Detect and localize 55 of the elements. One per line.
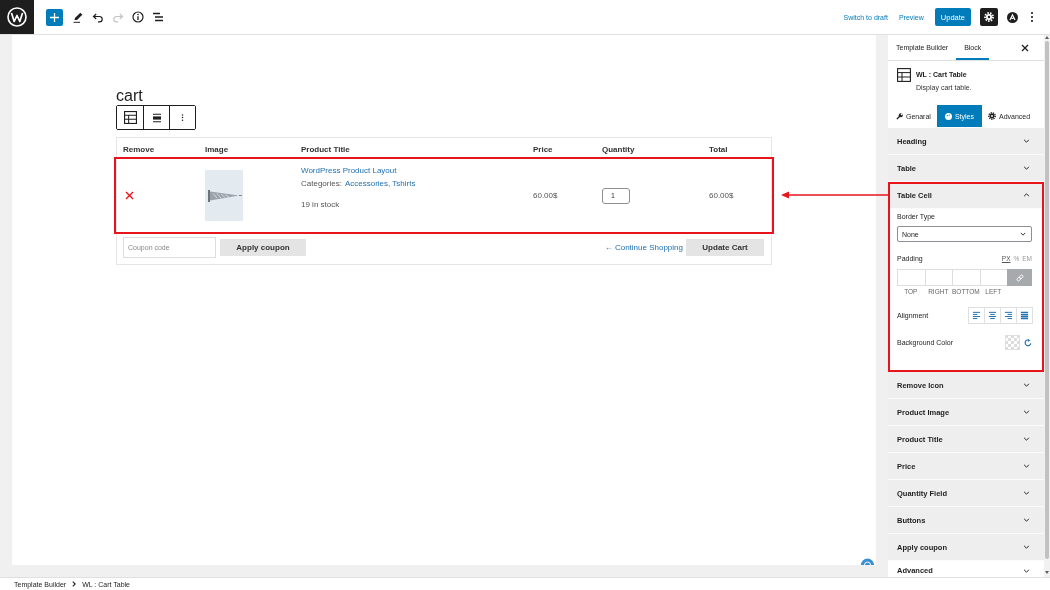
gear-icon	[987, 112, 996, 120]
padding-input[interactable]	[952, 269, 981, 286]
undo-icon[interactable]	[92, 11, 104, 23]
more-icon	[181, 113, 184, 122]
block-heading: cart	[116, 89, 143, 103]
close-icon[interactable]	[1021, 43, 1029, 52]
column-header: Remove	[123, 144, 156, 154]
total-text: 60.00$	[709, 190, 734, 202]
settings-icon	[984, 12, 994, 22]
category-link[interactable]: Accessories, Tshirts	[344, 177, 416, 190]
caret-icon	[1020, 232, 1026, 236]
scroll-up-icon[interactable]	[1045, 36, 1049, 39]
padding-input[interactable]	[897, 269, 926, 286]
pennant-image	[205, 170, 243, 221]
align-right-icon	[1004, 311, 1013, 320]
alignment-button[interactable]	[1016, 307, 1033, 324]
table-icon	[897, 68, 911, 82]
reset-icon[interactable]	[1024, 338, 1032, 347]
round-logo-icon[interactable]	[1007, 11, 1018, 23]
more-options-button[interactable]	[169, 106, 195, 129]
full-width-icon	[151, 112, 162, 123]
scrollbar[interactable]	[1044, 35, 1050, 577]
more-icon[interactable]	[1030, 11, 1034, 23]
add-block-button[interactable]	[46, 8, 63, 26]
column-header: Image	[205, 144, 230, 154]
link-icon	[1015, 273, 1024, 282]
column-header: Product Title	[301, 144, 351, 154]
wrench-icon	[896, 112, 903, 120]
plus-icon	[50, 12, 59, 22]
logo-icon[interactable]	[0, 0, 34, 34]
update-cart-button[interactable]: Update Cart	[686, 239, 764, 256]
stock-status: 19 in stock	[301, 199, 340, 211]
price-text: 60.00$	[533, 190, 558, 202]
palette-icon	[944, 112, 952, 120]
scrollbar-thumb[interactable]	[1045, 41, 1049, 559]
categories-label: Categories:	[301, 178, 342, 190]
apply-coupon-button[interactable]: Apply coupon	[220, 239, 306, 256]
pencil-icon[interactable]	[72, 11, 84, 23]
product-title-link[interactable]: WordPress Product Layout	[301, 164, 397, 177]
scroll-down-icon[interactable]	[1045, 571, 1049, 574]
half-circle-icon[interactable]	[861, 558, 874, 565]
column-header: Total	[709, 144, 729, 154]
info-icon[interactable]	[132, 11, 144, 23]
column-header: Quantity	[602, 144, 636, 154]
list-view-icon[interactable]	[152, 11, 164, 23]
remove-icon[interactable]	[125, 191, 134, 200]
table-icon	[123, 111, 137, 124]
continue-shopping-link[interactable]: ← Continue Shopping	[604, 241, 683, 254]
column-header: Price	[533, 144, 554, 154]
align-center-icon	[988, 311, 997, 320]
chevron-right-icon	[72, 581, 77, 587]
settings-button[interactable]	[980, 8, 998, 26]
color-swatch-icon[interactable]	[1005, 335, 1020, 350]
align-left-icon	[972, 311, 981, 320]
align-justify-icon	[1020, 311, 1029, 320]
